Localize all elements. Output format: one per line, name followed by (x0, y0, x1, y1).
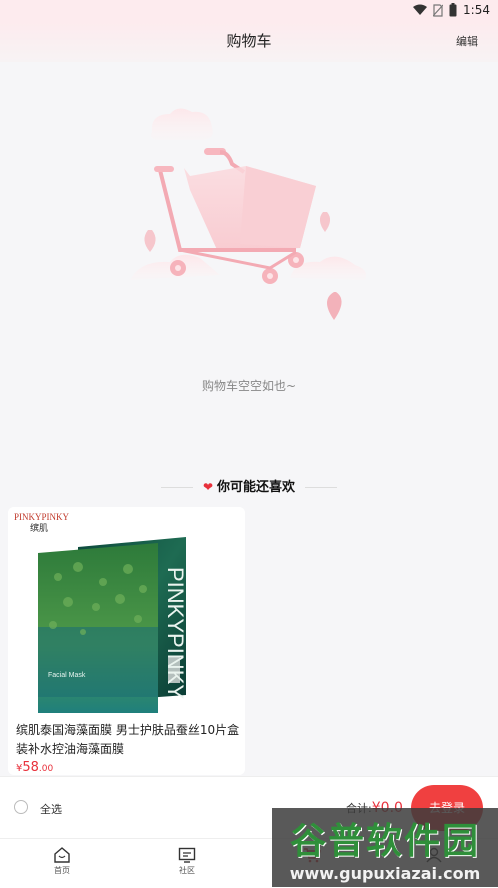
package-subtitle: Facial Mask (48, 672, 86, 679)
empty-cart-message: 购物车空空如也~ (201, 379, 297, 393)
heart-icon: ❤ (202, 480, 214, 494)
community-icon (178, 847, 196, 863)
price-integer: 58 (22, 760, 39, 775)
watermark-title: 谷普软件园 (289, 821, 480, 862)
tab-home-label: 首页 (54, 866, 70, 875)
product-image: PINKYPINKY 缤肌 Facial Mask PINKYPINKY (8, 507, 245, 715)
home-icon (54, 847, 70, 863)
price-decimal: .00 (38, 764, 54, 774)
battery-icon (449, 3, 457, 17)
tab-community[interactable]: 社区 (157, 847, 217, 876)
select-all-radio[interactable] (14, 800, 28, 814)
watermark-url: www.gupuxiazai.com (289, 864, 481, 883)
watermark: 谷普软件园 www.gupuxiazai.com (272, 808, 498, 887)
package-brand-text: PINKYPINKY (163, 567, 188, 699)
status-bar: 1:54 (0, 0, 498, 22)
divider (305, 487, 338, 488)
recommend-title: 你可能还喜欢 (217, 480, 296, 495)
wifi-icon (413, 4, 428, 15)
select-all-label[interactable]: 全选 (40, 801, 62, 817)
status-icons: 1:54 (413, 3, 490, 17)
tab-home[interactable]: 首页 (32, 847, 92, 876)
product-card[interactable]: PINKYPINKY 缤肌 Facial Mask PINKYPINKY 缤肌泰… (8, 507, 245, 775)
brand-logo-cn: 缤肌 (30, 522, 48, 534)
header: 购物车 编辑 (0, 22, 498, 62)
recommend-header: ❤ 你可能还喜欢 (0, 476, 498, 495)
product-price: ¥58.00 (16, 760, 53, 775)
divider (160, 487, 193, 488)
no-sim-icon (433, 3, 444, 17)
tab-community-label: 社区 (179, 866, 195, 875)
brand-logo: PINKYPINKY (14, 512, 70, 522)
edit-button[interactable]: 编辑 (456, 33, 478, 49)
empty-cart-illustration (130, 108, 367, 320)
page-title: 购物车 (226, 32, 272, 50)
status-time: 1:54 (463, 3, 490, 17)
product-name: 缤肌泰国海藻面膜 男士护肤品蚕丝10片盒装补水控油海藻面膜 (16, 723, 240, 756)
